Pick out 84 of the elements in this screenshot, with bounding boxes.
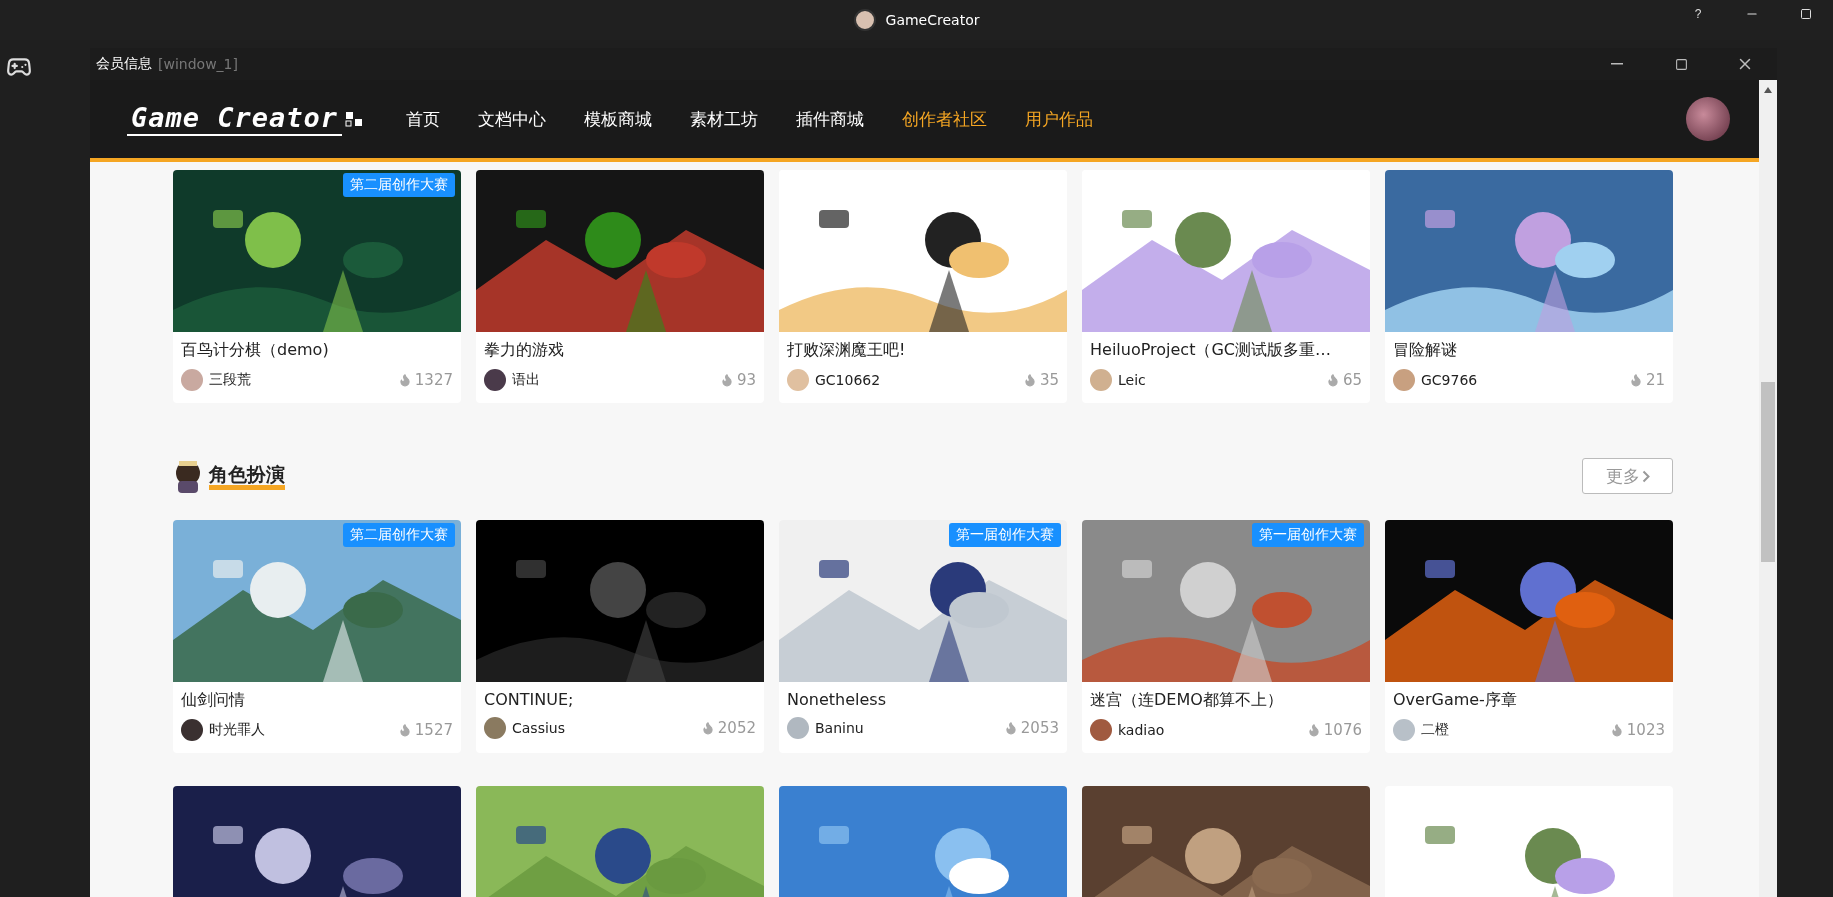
author-name: 语出 [512,371,540,389]
heat-count: 65 [1342,371,1362,389]
help-button[interactable]: ? [1671,0,1725,28]
app-icon [853,9,876,31]
game-card[interactable]: 第一届创作大赛 迷宫（连DEMO都算不上） kadiao 1076 [1082,520,1370,753]
game-title: 迷宫（连DEMO都算不上） [1089,689,1284,711]
nav-link[interactable]: 文档中心 [478,107,547,131]
author-avatar [181,719,203,741]
heat-count: 35 [1039,371,1059,389]
contest-badge: 第一届创作大赛 [949,523,1061,547]
heat-count: 1527 [414,721,453,739]
flame-icon [1003,721,1018,735]
game-card[interactable]: 拳力的游戏 语出 93 [476,170,764,403]
nav-link[interactable]: 创作者社区 [902,107,988,131]
nav-link[interactable]: 素材工坊 [690,107,759,131]
maximize-icon [1800,8,1812,20]
game-card[interactable]: CONTINUE; Cassius 2052 [476,520,764,753]
nav-link[interactable]: 首页 [406,107,441,131]
game-card[interactable]: 第二届创作大赛 百鸟计分棋（demo) 三段荒 1327 [173,170,461,403]
game-title: 百鸟计分棋（demo) [180,339,330,361]
heat-count: 93 [736,371,756,389]
author-name: 二橙 [1421,721,1449,739]
author-name: 三段荒 [209,371,251,389]
app-title: GameCreator [885,12,980,28]
contest-badge: 第二届创作大赛 [343,173,455,197]
nav-link[interactable]: 模板商城 [584,107,653,131]
author-name: GC9766 [1421,372,1478,388]
character-icon [173,459,203,493]
game-card[interactable]: 冒险解谜 GC9766 21 [1385,170,1673,403]
author-avatar [484,717,506,739]
author-avatar [484,369,506,391]
author-name: Cassius [512,720,565,736]
author-name: GC10662 [815,372,881,388]
game-card[interactable]: 第一届创作大赛 Nonetheless Baninu 2053 [779,520,1067,753]
flame-icon [1022,373,1037,387]
flame-icon [700,721,715,735]
game-card[interactable]: 第二届创作大赛 仙剑问情 时光罪人 1527 [173,520,461,753]
author-avatar [181,369,203,391]
window-title: 会员信息 [96,55,152,73]
author-avatar [1090,719,1112,741]
author-name: Leic [1118,372,1146,388]
flame-icon [1628,373,1643,387]
heat-count: 1023 [1626,721,1665,739]
author-name: kadiao [1118,722,1165,738]
nav-link[interactable]: 用户作品 [1025,107,1094,131]
game-title: Nonetheless [786,689,887,709]
game-title: 仙剑问情 [180,689,246,711]
heat-count: 2052 [717,719,756,737]
logo[interactable]: Game Creator [127,102,343,136]
author-name: Baninu [815,720,864,736]
flame-icon [1325,373,1340,387]
scrollbar-thumb[interactable] [1761,382,1775,562]
contest-badge: 第二届创作大赛 [343,523,455,547]
flame-icon [719,373,734,387]
author-avatar [787,717,809,739]
author-avatar [787,369,809,391]
author-name: 时光罪人 [209,721,265,739]
game-title: 打败深渊魔王吧! [786,339,907,361]
section-title: 角色扮演 [209,462,285,490]
heat-count: 1327 [414,371,453,389]
heat-count: 21 [1645,371,1665,389]
scroll-up-icon[interactable] [1763,86,1773,94]
author-avatar [1090,369,1112,391]
flame-icon [1609,723,1624,737]
flame-icon [397,373,412,387]
contest-badge: 第一届创作大赛 [1252,523,1364,547]
author-avatar [1393,369,1415,391]
author-avatar [1393,719,1415,741]
nav-link[interactable]: 插件商城 [796,107,865,131]
game-title: CONTINUE; [483,689,575,709]
heat-count: 1076 [1323,721,1362,739]
game-title: HeiluoProject（GC测试版多重… [1089,339,1332,361]
flame-icon [1306,723,1321,737]
heat-count: 2053 [1020,719,1059,737]
chevron-right-icon [1641,469,1650,483]
flame-icon [397,723,412,737]
game-title: 拳力的游戏 [483,339,565,361]
game-title: OverGame-序章 [1392,689,1518,711]
window-id: [window_1] [158,56,238,72]
game-card[interactable]: OverGame-序章 二橙 1023 [1385,520,1673,753]
user-avatar[interactable] [1686,97,1730,141]
minimize-icon [1611,63,1623,65]
game-title: 冒险解谜 [1392,339,1458,361]
maximize-icon [1674,57,1688,71]
